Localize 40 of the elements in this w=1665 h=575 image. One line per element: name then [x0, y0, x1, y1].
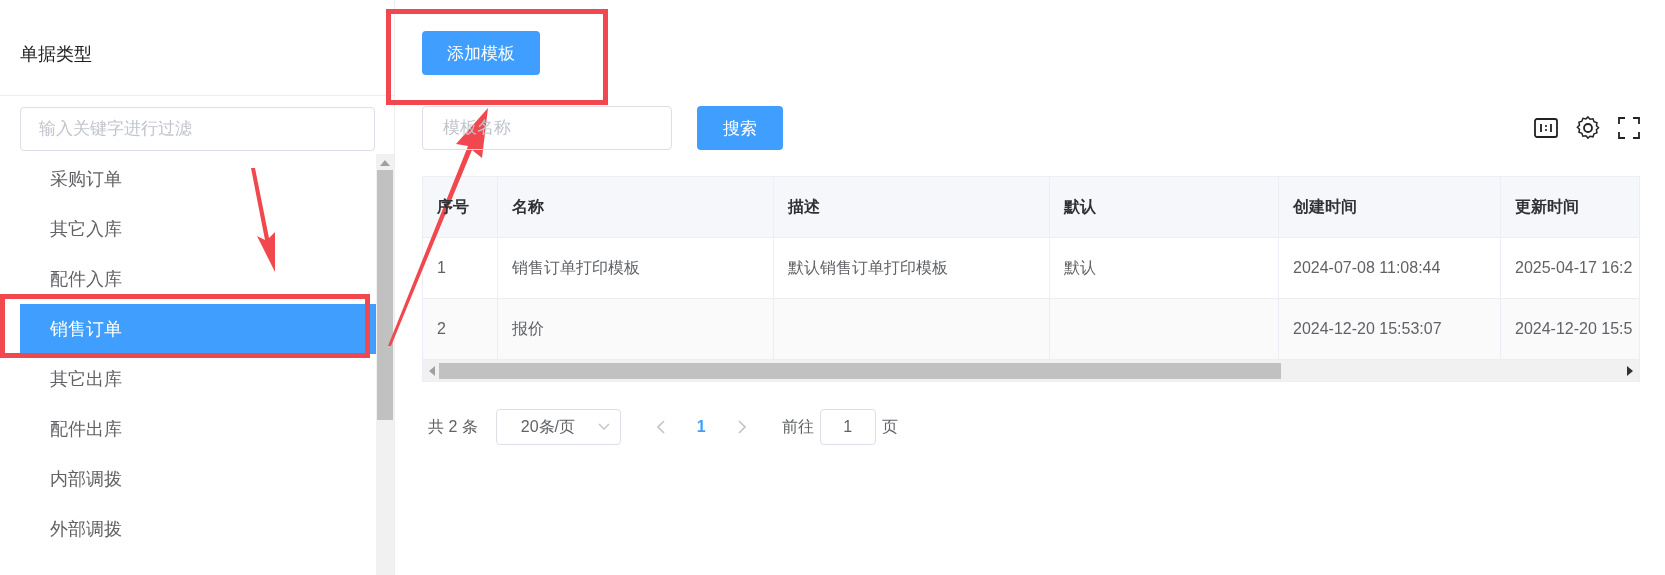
table-cell: 1 [437, 259, 446, 277]
scrollbar[interactable] [376, 154, 394, 575]
fullscreen-icon[interactable] [1618, 117, 1640, 139]
column-header: 描述 [788, 196, 820, 217]
table-cell: 2025-04-17 16:2 [1515, 259, 1633, 277]
next-page-icon[interactable] [737, 420, 746, 434]
previous-page-icon[interactable] [656, 420, 665, 434]
goto-page-field[interactable]: 1 [819, 409, 876, 445]
table-cell-text: 报价 [512, 318, 544, 339]
table-cell: 2024-12-20 15:53:07 [1293, 320, 1442, 338]
page-size-select[interactable]: 20条/页 [495, 409, 621, 445]
chevron-down-icon [597, 423, 610, 431]
scroll-up-icon[interactable] [380, 160, 390, 166]
settings-icon[interactable] [1576, 116, 1600, 140]
table-cell-text: 默认 [1064, 257, 1096, 278]
sidebar-item[interactable]: 配件出库 [20, 404, 376, 454]
column-header: 更新时间 [1515, 196, 1579, 217]
table-cell-text: 销售订单打印模板 [512, 257, 640, 278]
table-cell: 2024-07-08 11:08:44 [1293, 259, 1441, 277]
column-header: 默认 [1064, 196, 1096, 217]
table-cell-text: 默认销售订单打印模板 [788, 257, 948, 278]
filter-field[interactable]: 输入关键字进行过滤 [20, 107, 375, 151]
sidebar-item[interactable]: 外部调拨 [20, 504, 376, 554]
page-suffix: 页 [881, 416, 898, 437]
scrollbar[interactable] [423, 360, 1639, 381]
scroll-right-icon[interactable] [1627, 365, 1633, 376]
sidebar-item[interactable]: 内部调拨 [20, 454, 376, 504]
table-cell: 2024-12-20 15:5 [1515, 320, 1633, 338]
sidebar-item[interactable]: 其它出库 [20, 354, 376, 404]
column-header: 创建时间 [1293, 196, 1357, 217]
goto-label: 前往 [781, 416, 814, 437]
total-count: 共 2 条 [428, 416, 478, 437]
ratio-icon[interactable] [1534, 118, 1558, 138]
scroll-left-icon[interactable] [429, 365, 435, 376]
sidebar-item[interactable]: 其它入库 [20, 204, 376, 254]
column-header: 名称 [512, 196, 544, 217]
table-cell: 2 [437, 320, 446, 338]
sidebar-item[interactable]: 配件入库 [20, 254, 376, 304]
sidebar-item[interactable]: 采购订单 [20, 154, 376, 204]
panel-title: 单据类型 [0, 0, 394, 96]
